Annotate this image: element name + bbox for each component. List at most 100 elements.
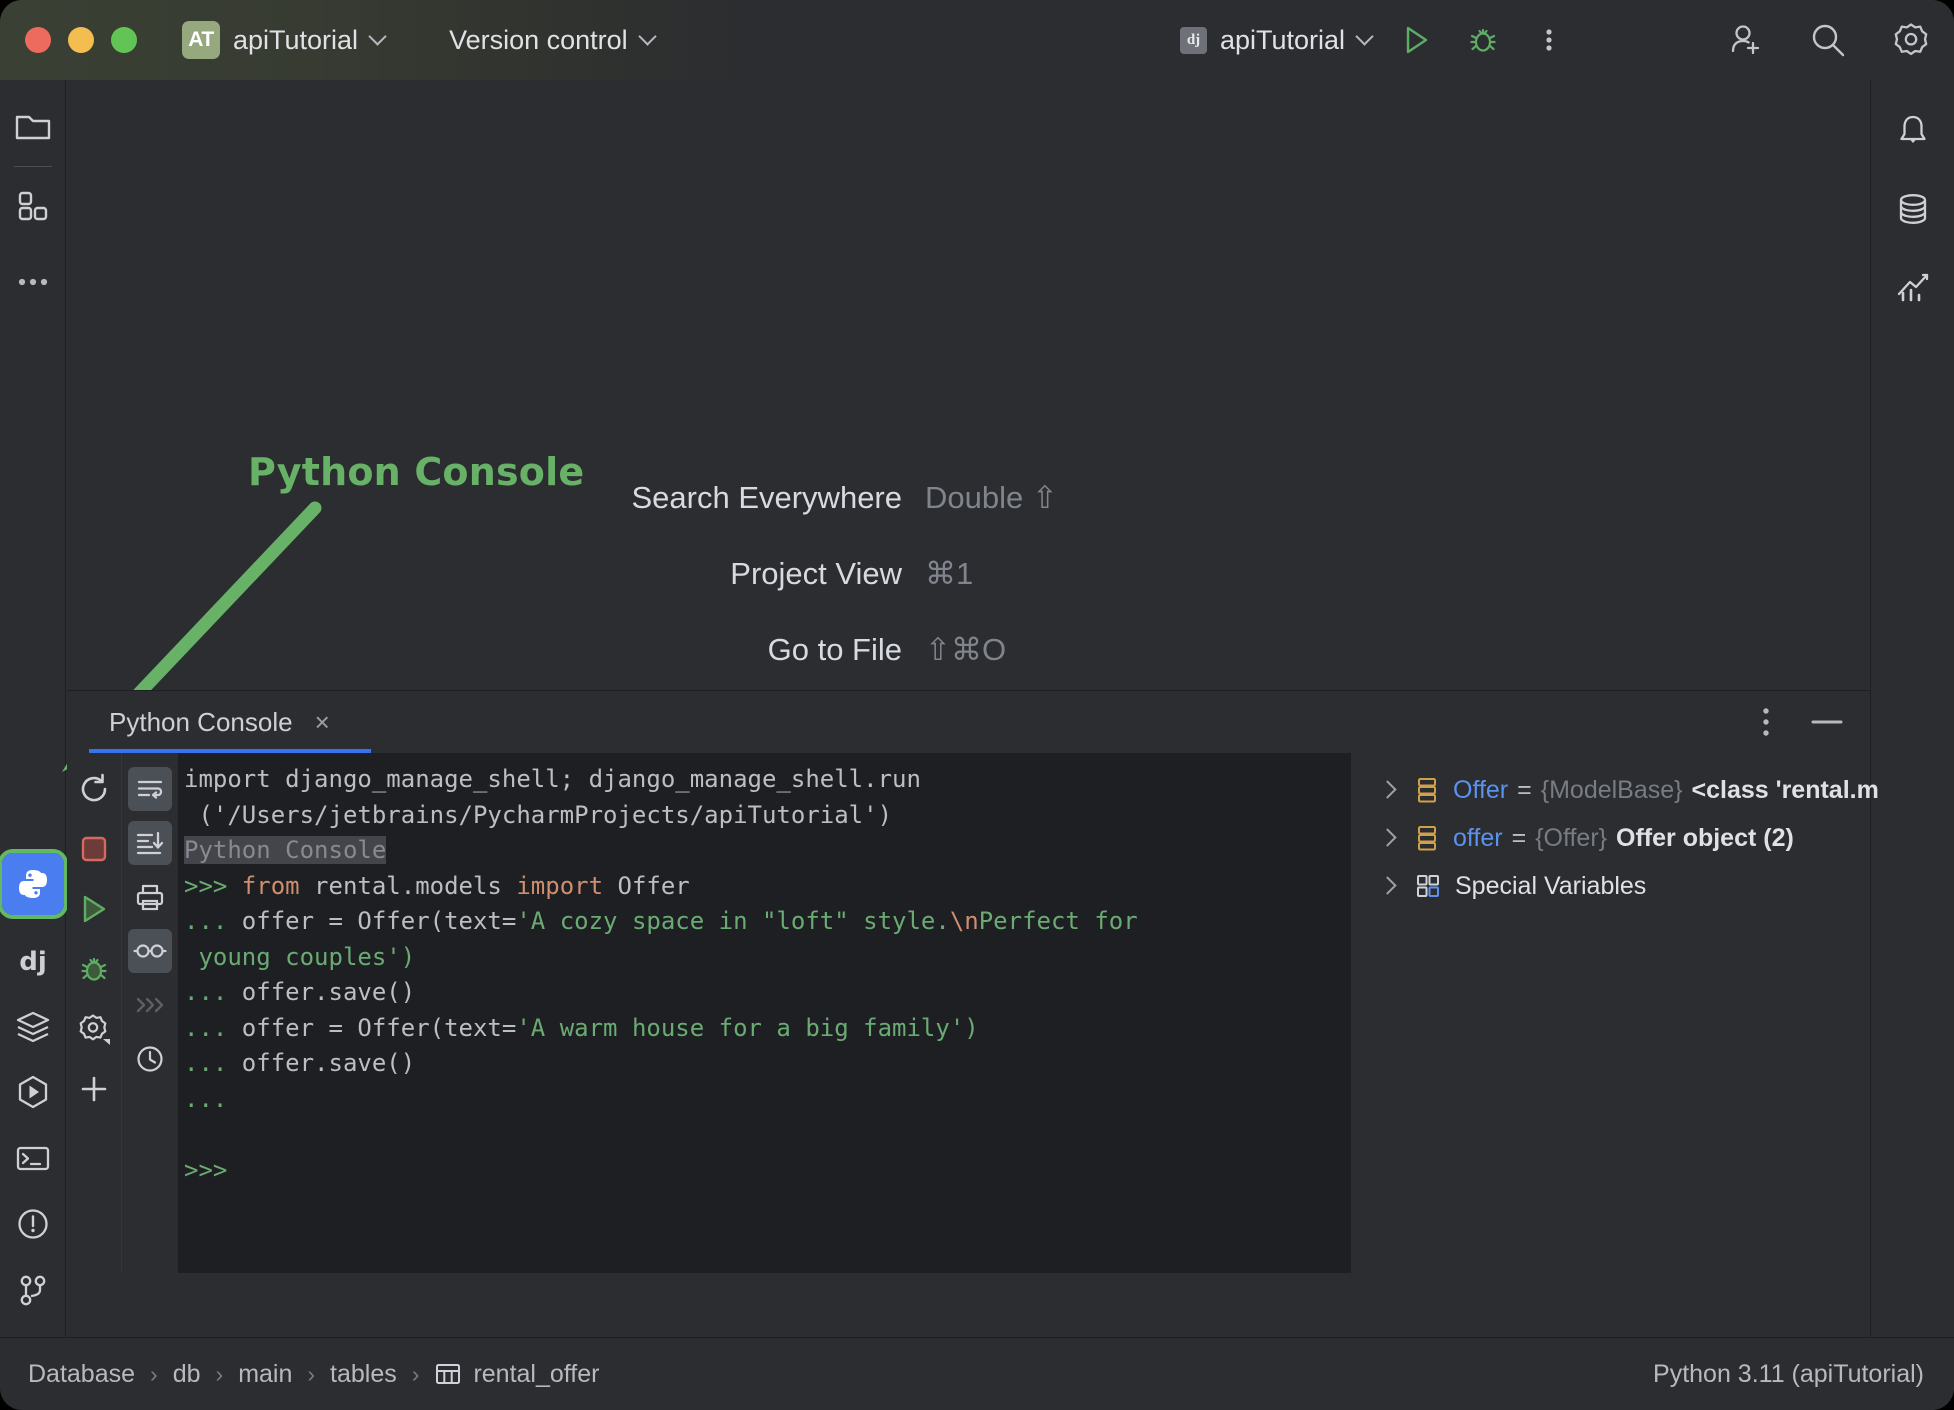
status-bar: Database › db › main › tables › rental_o… xyxy=(0,1337,1954,1410)
sidebar-item-problems[interactable] xyxy=(0,1191,66,1257)
close-icon[interactable]: × xyxy=(315,709,330,735)
console-segment: 'A cozy space in "loft" style. xyxy=(516,907,950,935)
console-line: ... xyxy=(184,1082,1350,1118)
options-kebab-icon[interactable] xyxy=(1762,706,1770,738)
close-window-button[interactable] xyxy=(25,27,51,53)
zoom-window-button[interactable] xyxy=(111,27,137,53)
history-clock-icon[interactable] xyxy=(128,1037,172,1081)
rerun-icon[interactable] xyxy=(72,767,116,811)
title-bar-actions xyxy=(1724,0,1932,80)
variable-row[interactable]: Offer = {ModelBase} <class 'rental.m xyxy=(1351,766,1879,814)
annotation-label: Python Console xyxy=(248,450,585,494)
stop-icon[interactable] xyxy=(72,827,116,871)
sidebar-item-django[interactable]: dj xyxy=(0,927,66,993)
hint-row: Go to File ⇧⌘O xyxy=(597,632,1297,668)
console-segment: ... xyxy=(184,1084,242,1113)
sidebar-item-services[interactable] xyxy=(0,993,66,1059)
variables-panel: Offer = {ModelBase} <class 'rental.m off… xyxy=(1350,753,1879,1273)
console-body: import django_manage_shell; django_manag… xyxy=(67,753,1879,1273)
interpreter-status[interactable]: Python 3.11 (apiTutorial) xyxy=(1653,1360,1924,1389)
console-output[interactable]: import django_manage_shell; django_manag… xyxy=(178,753,1350,1273)
console-line: Python Console xyxy=(184,833,1350,869)
variable-row-special[interactable]: Special Variables xyxy=(1351,862,1870,910)
expand-chevron-icon[interactable] xyxy=(1377,875,1399,897)
new-console-icon[interactable] xyxy=(72,1067,116,1111)
left-bar-bottom-group: dj xyxy=(0,841,68,1337)
breadcrumb-item-rental-offer[interactable]: rental_offer xyxy=(473,1360,599,1389)
variable-row[interactable]: offer = {Offer} Offer object (2) xyxy=(1351,814,1870,862)
variable-type: {Offer} xyxy=(1535,823,1608,852)
debug-console-icon[interactable] xyxy=(72,947,116,991)
window-controls[interactable] xyxy=(25,27,137,53)
variable-value: Offer object (2) xyxy=(1616,823,1794,852)
hint-label: Go to File xyxy=(767,632,902,667)
console-line: ... offer = Offer(text='A cozy space in … xyxy=(184,904,1350,940)
hint-row: Search Everywhere Double ⇧ xyxy=(597,480,1297,516)
hint-label: Project View xyxy=(730,556,902,591)
breadcrumb-item-db[interactable]: db xyxy=(173,1360,201,1389)
sidebar-item-project[interactable] xyxy=(0,94,66,160)
expand-chevron-icon[interactable] xyxy=(1377,827,1399,849)
debug-button[interactable] xyxy=(1463,20,1503,60)
object-variable-icon xyxy=(1415,776,1439,804)
settings-gear-icon[interactable] xyxy=(72,1007,116,1051)
run-configuration-name: apiTutorial xyxy=(1220,24,1346,55)
tab-label: Python Console xyxy=(109,706,293,737)
sidebar-item-version-control[interactable] xyxy=(0,1257,66,1323)
sidebar-item-structure[interactable] xyxy=(0,173,66,239)
profiler-chart-icon[interactable] xyxy=(1871,248,1954,326)
breadcrumb-item-database[interactable]: Database xyxy=(28,1360,135,1389)
breadcrumb-separator: › xyxy=(307,1360,316,1387)
console-segment: ... xyxy=(184,1013,242,1042)
sidebar-item-run[interactable] xyxy=(0,1059,66,1125)
hint-shortcut: ⌘1 xyxy=(925,556,974,591)
scroll-to-end-icon[interactable] xyxy=(128,821,172,865)
settings-gear-icon[interactable] xyxy=(1890,19,1932,61)
console-segment: import xyxy=(516,871,604,900)
console-segment: Python Console xyxy=(184,836,387,864)
run-configuration-selector[interactable]: dj apiTutorial xyxy=(1180,24,1374,56)
breadcrumb-separator: › xyxy=(215,1360,224,1387)
fast-forward-icon[interactable] xyxy=(128,983,172,1027)
sidebar-item-terminal[interactable] xyxy=(0,1125,66,1191)
expand-chevron-icon[interactable] xyxy=(1377,779,1399,801)
chevron-down-icon xyxy=(637,26,657,46)
hide-minimize-icon[interactable] xyxy=(1810,706,1844,738)
search-icon[interactable] xyxy=(1808,20,1848,60)
console-line: import django_manage_shell; django_manag… xyxy=(184,762,1350,798)
run-configuration-bar: dj apiTutorial xyxy=(1180,0,1569,80)
minimize-window-button[interactable] xyxy=(68,27,94,53)
console-segment: offer.save() xyxy=(241,978,416,1006)
console-segment: ... xyxy=(184,978,242,1006)
database-icon[interactable] xyxy=(1871,170,1954,248)
hint-shortcut: ⇧⌘O xyxy=(925,632,1007,667)
breadcrumb-item-tables[interactable]: tables xyxy=(330,1360,397,1389)
tab-python-console[interactable]: Python Console × xyxy=(109,707,330,738)
notifications-bell-icon[interactable] xyxy=(1871,92,1954,170)
show-variables-icon[interactable] xyxy=(128,929,172,973)
svg-text:dj: dj xyxy=(19,947,47,977)
title-bar: AT apiTutorial Version control dj apiTut… xyxy=(0,0,1954,80)
console-toolbar-primary xyxy=(67,753,122,1273)
print-icon[interactable] xyxy=(128,875,172,919)
special-variables-label: Special Variables xyxy=(1455,871,1647,900)
console-line: ... offer.save() xyxy=(184,975,1350,1011)
console-segment: from xyxy=(241,871,300,900)
project-selector[interactable]: AT apiTutorial xyxy=(137,21,387,59)
console-segment: Perfect for xyxy=(978,907,1138,935)
console-toolbar-secondary xyxy=(122,753,178,1273)
breadcrumb-item-main[interactable]: main xyxy=(238,1360,292,1389)
variable-name: Offer xyxy=(1453,775,1509,804)
run-button[interactable] xyxy=(1397,20,1437,60)
sidebar-item-more-tool-windows[interactable] xyxy=(0,249,66,315)
execute-icon[interactable] xyxy=(72,887,116,931)
version-control-menu[interactable]: Version control xyxy=(436,25,657,56)
sidebar-item-python-console[interactable] xyxy=(0,841,68,927)
variable-equals: = xyxy=(1517,775,1532,804)
console-line: young couples') xyxy=(184,940,1350,976)
more-options-button[interactable] xyxy=(1529,20,1569,60)
add-user-button[interactable] xyxy=(1724,19,1766,61)
hint-label: Search Everywhere xyxy=(631,480,902,515)
chevron-down-icon xyxy=(1355,26,1374,46)
soft-wrap-icon[interactable] xyxy=(128,767,172,811)
